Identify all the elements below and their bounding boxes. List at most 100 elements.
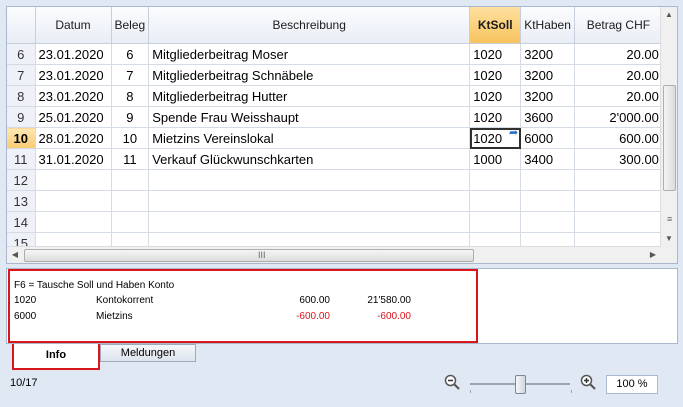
cell-beleg[interactable]: 7 <box>111 64 150 86</box>
column-header-betrag[interactable]: Betrag CHF <box>574 7 663 44</box>
cell-ktsoll[interactable] <box>469 169 522 191</box>
cell-ktsoll[interactable]: 1020 <box>469 43 522 65</box>
cell-beleg[interactable]: 11 <box>111 148 150 170</box>
column-header-beleg[interactable]: Beleg <box>111 7 150 44</box>
cell-beleg[interactable]: 6 <box>111 43 150 65</box>
vertical-scrollbar[interactable]: ▲ ≡ ▼ <box>660 7 677 247</box>
cell-betrag[interactable]: 20.00 <box>574 43 663 65</box>
row-number[interactable]: 7 <box>7 64 36 86</box>
cell-beleg[interactable] <box>111 190 150 212</box>
column-header-kthaben[interactable]: KtHaben <box>520 7 575 44</box>
cell-datum[interactable]: 31.01.2020 <box>35 148 112 170</box>
cell-betrag[interactable] <box>574 190 663 212</box>
row-number[interactable]: 12 <box>7 169 36 191</box>
row-number[interactable]: 8 <box>7 85 36 107</box>
cell-beschreibung[interactable]: Verkauf Glückwunschkarten <box>148 148 471 170</box>
table-row[interactable]: 8 23.01.2020 8 Mitgliederbeitrag Hutter 1020… <box>7 85 663 107</box>
cell-beschreibung[interactable]: Mitgliederbeitrag Hutter <box>148 85 471 107</box>
table-row[interactable]: 7 23.01.2020 7 Mitgliederbeitrag Schnäbele 1… <box>7 64 663 86</box>
row-number[interactable]: 14 <box>7 211 36 233</box>
table-row[interactable]: 9 25.01.2020 9 Spende Frau Weisshaupt 1020 36… <box>7 106 663 128</box>
vertical-scroll-thumb[interactable]: ≡ <box>663 85 676 224</box>
cell-beleg[interactable]: 9 <box>111 106 150 128</box>
column-header-ktsoll[interactable]: KtSoll <box>469 7 522 44</box>
table-row[interactable]: 14 <box>7 211 663 233</box>
horizontal-scrollbar[interactable]: ◀ III ▶ <box>7 246 661 263</box>
cell-kthaben[interactable] <box>520 190 575 212</box>
row-number[interactable]: 11 <box>7 148 36 170</box>
cell-beleg[interactable]: 8 <box>111 85 150 107</box>
cell-ktsoll[interactable]: 1020 <box>469 106 522 128</box>
cell-beschreibung[interactable]: Mitgliederbeitrag Moser <box>148 43 471 65</box>
row-number[interactable]: 6 <box>7 43 36 65</box>
cell-kthaben[interactable]: 6000 <box>520 127 575 149</box>
cell-datum[interactable]: 23.01.2020 <box>35 64 112 86</box>
cell-ktsoll[interactable]: 1020 ➦ <box>469 127 522 149</box>
cell-beschreibung[interactable] <box>148 169 471 191</box>
table-row[interactable]: 6 23.01.2020 6 Mitgliederbeitrag Moser 1020 3… <box>7 43 663 65</box>
cell-beschreibung[interactable]: Mitgliederbeitrag Schnäbele <box>148 64 471 86</box>
scroll-down-arrow-icon[interactable]: ▼ <box>661 231 677 247</box>
cell-kthaben[interactable]: 3200 <box>520 85 575 107</box>
scroll-up-arrow-icon[interactable]: ▲ <box>661 7 677 23</box>
cell-beschreibung[interactable]: Spende Frau Weisshaupt <box>148 106 471 128</box>
cell-betrag[interactable]: 20.00 <box>574 85 663 107</box>
cell-datum[interactable]: 28.01.2020 <box>35 127 112 149</box>
cell-beleg-text: 8 <box>126 88 134 104</box>
cell-beleg[interactable] <box>111 211 150 233</box>
cell-beschreibung-text: Mitgliederbeitrag Hutter <box>152 88 288 104</box>
cell-beleg[interactable]: 10 <box>111 127 150 149</box>
zoom-out-icon[interactable] <box>444 374 460 390</box>
info-kontoname: Mietzins <box>96 311 133 322</box>
cell-kthaben[interactable]: 3600 <box>520 106 575 128</box>
column-header-beschreibung[interactable]: Beschreibung <box>148 7 471 44</box>
cell-betrag[interactable] <box>574 211 663 233</box>
cell-kthaben[interactable] <box>520 211 575 233</box>
cell-betrag[interactable] <box>574 169 663 191</box>
horizontal-scroll-thumb[interactable]: III <box>24 249 474 262</box>
cell-ktsoll-text: 1000 <box>473 151 503 167</box>
cell-datum[interactable] <box>35 211 112 233</box>
table-row[interactable]: 12 <box>7 169 663 191</box>
row-header-corner[interactable] <box>7 7 36 44</box>
row-number-text: 6 <box>17 46 25 62</box>
cell-beschreibung[interactable] <box>148 190 471 212</box>
cell-beschreibung[interactable]: Mietzins Vereinslokal <box>148 127 471 149</box>
zoom-level[interactable]: 100 % <box>606 375 658 394</box>
scroll-left-arrow-icon[interactable]: ◀ <box>7 247 23 263</box>
info-betrag: -600.00 <box>296 311 330 322</box>
table-row[interactable]: 11 31.01.2020 11 Verkauf Glückwunschkarten 1… <box>7 148 663 170</box>
cell-ktsoll[interactable]: 1020 <box>469 64 522 86</box>
tab-info[interactable]: Info <box>12 344 100 370</box>
cell-kthaben[interactable]: 3200 <box>520 64 575 86</box>
cell-betrag[interactable]: 600.00 <box>574 127 663 149</box>
cell-kthaben[interactable]: 3200 <box>520 43 575 65</box>
cell-beschreibung[interactable] <box>148 211 471 233</box>
cell-datum[interactable]: 23.01.2020 <box>35 85 112 107</box>
cell-datum[interactable] <box>35 190 112 212</box>
cell-ktsoll[interactable] <box>469 190 522 212</box>
cell-datum[interactable] <box>35 169 112 191</box>
zoom-slider-thumb[interactable] <box>515 375 526 394</box>
cell-ktsoll[interactable]: 1000 <box>469 148 522 170</box>
cell-kthaben[interactable] <box>520 169 575 191</box>
table-row[interactable]: 10 28.01.2020 10 Mietzins Vereinslokal 1020 ➦… <box>7 127 663 149</box>
table-row[interactable]: 13 <box>7 190 663 212</box>
row-number[interactable]: 9 <box>7 106 36 128</box>
cell-beleg[interactable] <box>111 169 150 191</box>
tab-meldungen[interactable]: Meldungen <box>100 344 196 362</box>
cell-ktsoll[interactable] <box>469 211 522 233</box>
row-number[interactable]: 10 <box>7 127 36 149</box>
row-number[interactable]: 13 <box>7 190 36 212</box>
row-number-text: 9 <box>17 109 25 125</box>
cell-kthaben[interactable]: 3400 <box>520 148 575 170</box>
cell-betrag[interactable]: 2'000.00 <box>574 106 663 128</box>
cell-datum[interactable]: 25.01.2020 <box>35 106 112 128</box>
cell-betrag[interactable]: 20.00 <box>574 64 663 86</box>
column-header-datum[interactable]: Datum <box>35 7 112 44</box>
cell-datum[interactable]: 23.01.2020 <box>35 43 112 65</box>
zoom-in-icon[interactable] <box>580 374 596 390</box>
cell-betrag[interactable]: 300.00 <box>574 148 663 170</box>
scroll-right-arrow-icon[interactable]: ▶ <box>645 247 661 263</box>
cell-ktsoll[interactable]: 1020 <box>469 85 522 107</box>
